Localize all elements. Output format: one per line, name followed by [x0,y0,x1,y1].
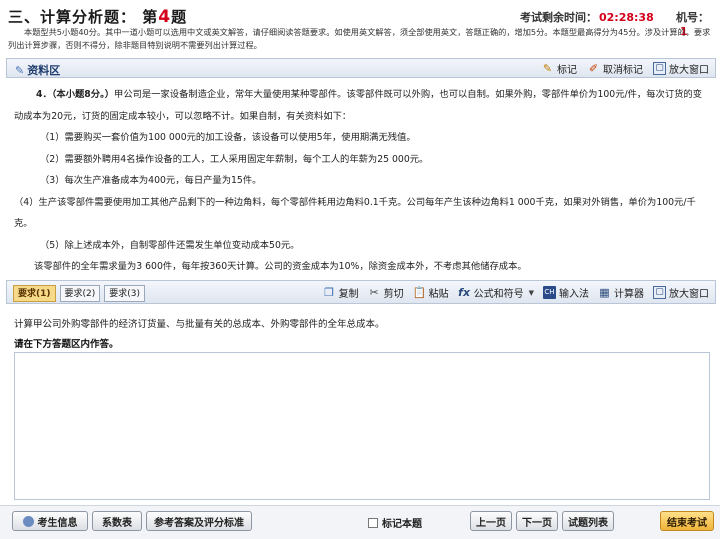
cancel-mark-icon: ✐ [588,62,599,75]
tab-requirement-3[interactable]: 要求(3) [104,285,145,302]
candidate-info-button[interactable]: 考生信息 [12,511,88,531]
calculator-icon: ▦ [599,286,610,299]
answer-input[interactable] [14,352,710,500]
edit-icon: ✎ [15,64,25,77]
material-item: （1）需要购买一套价值为100 000元的加工设备，该设备可以使用5年，使用期满… [40,132,416,143]
mark-question-checkbox[interactable]: 标记本题 [368,515,422,530]
cancel-mark-label: 取消标记 [603,65,643,76]
cut-button[interactable]: ✂ 剪切 [368,285,404,300]
tab-requirement-2[interactable]: 要求(2) [59,285,101,302]
section-instructions: 本题型共5小题40分。其中一道小题可以选用中文或英文解答，请仔细阅读答题要求。如… [8,27,711,50]
material-item: （4）生产该零部件需要使用加工其他产品剩下的一种边角料，每个零部件耗用边角料0.… [14,196,696,230]
material-closing: 该零部件的全年需求量为3 600件，每年按360天计算。公司的资金成本为10%，… [34,261,527,272]
section-title: 三、计算分析题： 第4题 [8,6,187,27]
cut-label: 剪切 [383,289,404,300]
formula-button[interactable]: fx 公式和符号 ▼ [458,285,534,300]
footer-bar: 考生信息 系数表 参考答案及评分标准 标记本题 上一页 下一页 试题列表 结束考… [0,505,720,539]
prev-page-button[interactable]: 上一页 [470,511,512,531]
timer-value: 02:28:38 [599,11,654,24]
maximize-icon: ▢ [653,286,666,299]
material-content: 4．（本小题8分。）甲公司是一家设备制造企业，常年大量使用某种零部件。该零部件既… [6,78,716,276]
cut-icon: ✂ [369,286,379,299]
question-title: 4．（本小题8分。） [36,89,115,100]
machine-label: 机号： [676,11,709,24]
calculator-label: 计算器 [614,289,644,300]
question-number: 4 [158,7,172,27]
answer-prompt: 请在下方答题区内作答。 [14,339,119,350]
chevron-down-icon: ▼ [528,288,534,297]
ime-label: 输入法 [559,289,589,300]
answer-maximize-button[interactable]: ▢ 放大窗口 [653,285,709,300]
material-area-title: ✎ 资料区 [15,62,60,78]
person-icon [22,515,34,527]
formula-icon: fx [458,286,471,299]
material-intro: 甲公司是一家设备制造企业，常年大量使用某种零部件。该零部件既可以外购，也可以自制… [14,89,703,122]
calculator-button[interactable]: ▦ 计算器 [598,285,644,300]
answer-maximize-label: 放大窗口 [669,289,709,300]
maximize-icon: ▢ [653,62,666,75]
paste-label: 粘贴 [428,289,449,300]
mark-label: 标记 [557,65,577,76]
copy-button[interactable]: ❐ 复制 [323,285,359,300]
coefficient-table-button[interactable]: 系数表 [92,511,142,531]
material-maximize-button[interactable]: ▢ 放大窗口 [653,61,709,76]
answer-toolbar: 要求(1) 要求(2) 要求(3) ❐ 复制 ✂ 剪切 📋 粘贴 fx 公式和符号 ▼ C… [6,280,716,304]
question-suffix: 题 [171,8,188,26]
question-list-button[interactable]: 试题列表 [562,511,614,531]
material-area-label: 资料区 [27,64,61,77]
copy-label: 复制 [338,289,359,300]
pen-icon: ✎ [542,62,553,75]
candidate-info-label: 考生信息 [37,517,78,529]
copy-icon: ❐ [324,286,335,299]
section-label: 三、计算分析题： [8,8,137,26]
timer-label: 考试剩余时间： [520,11,597,24]
cancel-mark-button[interactable]: ✐ 取消标记 [587,61,643,76]
checkbox-icon [368,517,378,528]
tab-requirement-1[interactable]: 要求(1) [13,285,56,302]
ime-button[interactable]: CH 输入法 [543,285,589,300]
exam-header: 三、计算分析题： 第4题 考试剩余时间： 02:28:38 机号：1 本题型共5小… [0,0,720,56]
formula-label: 公式和符号 [473,289,524,300]
material-item: （2）需要额外聘用4名操作设备的工人，工人采用固定年薪制，每个工人的年薪为25 … [40,153,429,165]
remaining-time: 考试剩余时间： 02:28:38 [520,9,654,25]
material-item: （5）除上述成本外，自制零部件还需发生单位变动成本50元。 [40,239,300,251]
maximize-label: 放大窗口 [669,65,709,76]
mark-button[interactable]: ✎ 标记 [541,61,577,76]
material-toolbar: ✎ 资料区 ✎ 标记 ✐ 取消标记 ▢ 放大窗口 [6,58,716,78]
paste-icon: 📋 [412,286,427,299]
end-exam-button[interactable]: 结束考试 [660,511,714,531]
ime-icon: CH [543,286,556,299]
reference-answer-button[interactable]: 参考答案及评分标准 [146,511,252,531]
material-item: （3）每次生产准备成本为400元，每日产量为15件。 [40,175,262,186]
paste-button[interactable]: 📋 粘贴 [413,285,449,300]
next-page-button[interactable]: 下一页 [516,511,558,531]
requirement-text: 计算甲公司外购零部件的经济订货量、与批量有关的总成本、外购零部件的全年总成本。 [14,319,385,330]
question-prefix: 第 [142,8,159,26]
mark-question-label: 标记本题 [382,519,422,530]
